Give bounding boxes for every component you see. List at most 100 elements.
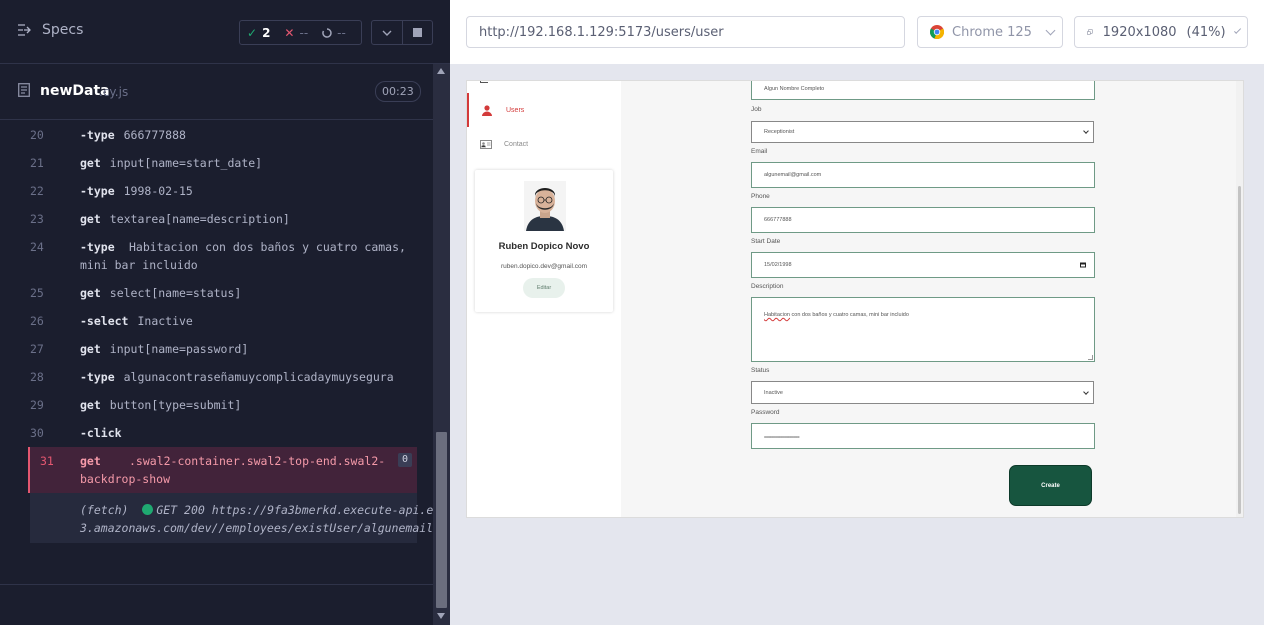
line-number: 23 xyxy=(30,212,44,226)
profile-email: ruben.dopico.dev@gmail.com xyxy=(500,263,588,270)
status-select[interactable]: Inactive xyxy=(751,381,1094,404)
browser-selector[interactable]: Chrome 125 xyxy=(917,16,1063,48)
passed-stat: ✓ 2 xyxy=(247,25,271,40)
status-value: Inactive xyxy=(764,389,783,396)
description-label: Description xyxy=(751,283,784,290)
line-number: 29 xyxy=(30,398,44,412)
viewport-zoom: (41%) xyxy=(1186,24,1226,40)
app-preview: Users Contact Ruben Dopico Novo ruben.do… xyxy=(466,80,1244,518)
line-number: 26 xyxy=(30,314,44,328)
command-row[interactable]: 23 get textarea[name=description] xyxy=(30,205,417,233)
scroll-down-arrow-icon[interactable] xyxy=(437,613,445,619)
profile-name: Ruben Dopico Novo xyxy=(498,241,590,252)
command-list: 20 -type 666777888 21 get input[name=start_d… xyxy=(28,121,450,543)
failed-stat: ✕ -- xyxy=(284,25,309,40)
collapse-button[interactable] xyxy=(372,21,402,44)
pending-count: -- xyxy=(337,25,346,40)
calendar-icon[interactable] xyxy=(1080,262,1086,268)
command-log-panel: Specs ✓ 2 ✕ -- -- newData .cy.js 00:23 2… xyxy=(0,0,450,625)
command-name: -type xyxy=(80,128,115,142)
chrome-icon xyxy=(930,25,944,39)
line-number: 28 xyxy=(30,370,44,384)
fullname-value: Algun Nombre Completo xyxy=(764,86,825,92)
phone-input[interactable]: 666777888 xyxy=(751,207,1095,233)
job-label: Job xyxy=(751,106,762,113)
command-row[interactable]: 24 -type Habitacion con dos baños y cuatro… xyxy=(30,233,417,279)
command-row[interactable]: 20 -type 666777888 xyxy=(30,121,417,149)
fullname-input[interactable]: Algun Nombre Completo xyxy=(751,81,1095,100)
nav-item-users[interactable]: Users xyxy=(467,93,621,127)
line-number: 20 xyxy=(30,128,44,142)
aut-header: http://192.168.1.129:5173/users/user Chr… xyxy=(450,0,1264,64)
command-row[interactable]: 22 -type 1998-02-15 xyxy=(30,177,417,205)
command-args: 666777888 xyxy=(123,128,186,142)
command-name: get xyxy=(80,398,101,412)
specs-list-icon xyxy=(18,24,31,36)
line-number: 24 xyxy=(30,240,44,254)
line-number: 31 xyxy=(40,454,54,468)
spec-title-bar: newData .cy.js 00:23 xyxy=(0,64,433,120)
stop-button[interactable] xyxy=(401,21,433,44)
line-number: 25 xyxy=(30,286,44,300)
command-args: algunacontraseñamuycomplicadaymuysegura xyxy=(123,370,394,384)
command-name: get xyxy=(80,454,101,468)
command-name: -type xyxy=(80,240,115,254)
scrollbar-thumb[interactable] xyxy=(436,432,447,608)
description-value: Habitacion con dos baños y cuatro camas,… xyxy=(764,312,909,318)
element-count-badge: 0 xyxy=(397,453,412,467)
profile-card: Ruben Dopico Novo ruben.dopico.dev@gmail… xyxy=(475,170,613,312)
line-number: 30 xyxy=(30,426,44,440)
nav-item-contact[interactable]: Contact xyxy=(467,127,621,161)
failed-command-row[interactable]: 31 get .swal2-container.swal2-top-end.swal… xyxy=(28,447,417,493)
user-form: Algun Nombre Completo Job Receptionist E… xyxy=(751,81,1095,517)
command-args: 1998-02-15 xyxy=(123,184,193,198)
command-name: get xyxy=(80,212,101,226)
viewport-icon xyxy=(1087,29,1093,35)
browser-label: Chrome 125 xyxy=(952,24,1032,40)
viewport-size: 1920x1080 xyxy=(1102,24,1177,40)
command-row[interactable]: 27 get input[name=password] xyxy=(30,335,417,363)
specs-button[interactable]: Specs xyxy=(18,22,83,38)
nav-label: Contact xyxy=(504,140,529,148)
password-input[interactable]: ••••••••••••••••••••••••••••••••••••••• xyxy=(751,423,1095,449)
scroll-up-arrow-icon[interactable] xyxy=(437,68,445,74)
fetch-log: (fetch) GET 200 https://9fa3bmerkd.execu… xyxy=(80,501,450,537)
fetch-log-row[interactable]: (fetch) GET 200 https://9fa3bmerkd.execu… xyxy=(30,493,450,543)
command-row[interactable]: 25 get select[name=status] xyxy=(30,279,417,307)
app-scrollbar-thumb[interactable] xyxy=(1238,186,1241,514)
command-row[interactable]: 30 -click xyxy=(30,419,417,447)
command-name: -click xyxy=(80,426,122,440)
command-args: .swal2-container.swal2-top-end.swal2-bac… xyxy=(80,454,386,486)
chevron-down-icon xyxy=(382,30,392,36)
start-date-input[interactable]: 15/02/1998 xyxy=(751,252,1095,278)
command-args: input[name=start_date] xyxy=(109,156,263,170)
description-rest: con dos baños y cuatro camas, mini bar i… xyxy=(790,312,909,318)
start-date-label: Start Date xyxy=(751,238,781,245)
app-scrollbar[interactable] xyxy=(1236,81,1243,517)
command-row[interactable]: 29 get button[type=submit] xyxy=(30,391,417,419)
command-name: -type xyxy=(80,370,115,384)
resize-handle-icon[interactable] xyxy=(1088,355,1093,360)
fetch-label: (fetch) xyxy=(80,503,129,517)
failed-count: -- xyxy=(299,25,309,40)
status-label: Status xyxy=(751,367,770,374)
command-row[interactable]: 21 get input[name=start_date] xyxy=(30,149,417,177)
command-row[interactable]: 26 -select Inactive xyxy=(30,307,417,335)
command-row[interactable]: 28 -type algunacontraseñamuycomplicadaymuy… xyxy=(30,363,417,391)
description-textarea[interactable]: Habitacion con dos baños y cuatro camas,… xyxy=(751,297,1095,362)
url-bar[interactable]: http://192.168.1.129:5173/users/user xyxy=(466,16,905,48)
job-select[interactable]: Receptionist xyxy=(751,121,1094,143)
email-value: algunemail@gmail.com xyxy=(764,172,822,178)
password-value: ••••••••••••••••••••••••••••••••••••••• xyxy=(764,433,800,439)
stop-icon xyxy=(412,28,422,37)
edit-profile-button[interactable]: Editar xyxy=(523,278,565,298)
test-stats: ✓ 2 ✕ -- -- xyxy=(239,20,362,45)
pending-icon xyxy=(322,27,332,38)
command-args: Habitacion con dos baños y cuatro camas,… xyxy=(80,240,413,272)
command-name: -select xyxy=(80,314,129,328)
create-button[interactable]: Create xyxy=(1009,465,1092,506)
viewport-selector[interactable]: 1920x1080 (41%) xyxy=(1074,16,1248,48)
email-input[interactable]: algunemail@gmail.com xyxy=(751,162,1095,188)
email-label: Email xyxy=(751,148,768,155)
passed-count: 2 xyxy=(262,25,271,40)
